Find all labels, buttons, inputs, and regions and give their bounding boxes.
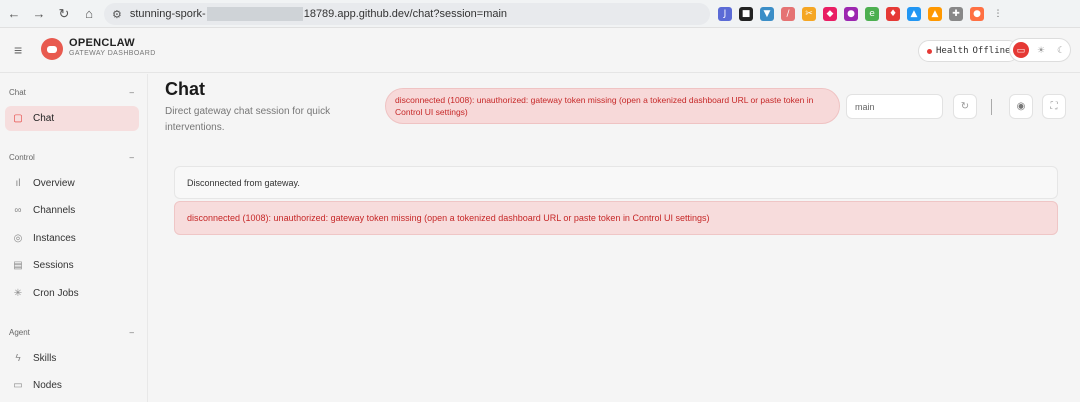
extension-icon[interactable]: ▲ [907, 7, 921, 21]
collapse-icon[interactable]: – [130, 88, 134, 97]
menu-icon[interactable]: ⋮ [991, 7, 1005, 21]
puzzle-icon[interactable]: ✚ [949, 7, 963, 21]
sidebar-item-label: Cron Jobs [33, 288, 79, 299]
brain-icon: ◉ [1016, 101, 1026, 112]
system-theme-icon[interactable]: ▭ [1013, 42, 1029, 58]
back-icon[interactable]: ← [3, 3, 25, 25]
extension-icon[interactable]: ■ [739, 7, 753, 21]
health-label: Health [936, 46, 969, 56]
hamburger-icon[interactable]: ≡ [14, 42, 22, 58]
openclaw-logo [41, 38, 63, 60]
url-redaction [206, 7, 303, 21]
status-dot [927, 48, 932, 54]
health-status: Offline [972, 46, 1011, 56]
monitor-icon: ▭ [13, 380, 23, 391]
extension-icon[interactable]: ▼ [760, 7, 774, 21]
session-input[interactable] [846, 94, 943, 119]
info-message: Disconnected from gateway. [187, 177, 300, 188]
sidebar-item-chat[interactable]: ▢ Chat [5, 106, 139, 131]
bar-chart-icon: ıl [15, 178, 21, 189]
sidebar-item-label: Nodes [33, 380, 62, 391]
sidebar-section-chat[interactable]: Chat – [9, 88, 134, 97]
focus-button[interactable]: ⛶ [1042, 94, 1066, 119]
extensions-strip: J ■ ▼ / ✂ ◆ ● e ♦ ▲ ▲ ✚ ● ⋮ [718, 4, 1005, 24]
section-title: Agent [9, 328, 30, 337]
refresh-icon: ↻ [960, 101, 970, 112]
sidebar-item-channels[interactable]: ∞ Channels [5, 198, 139, 223]
sidebar-item-overview[interactable]: ıl Overview [5, 171, 139, 196]
reload-icon[interactable]: ↻ [53, 3, 75, 25]
brand-subtitle: GATEWAY DASHBOARD [69, 50, 156, 57]
page-title: Chat [165, 79, 205, 99]
sidebar: Chat – ▢ Chat Control – ıl Overview ∞ Chan… [0, 74, 148, 402]
address-bar[interactable]: ⚙ stunning-spork- 18789.app.github.dev/c… [104, 3, 710, 25]
section-title: Control [9, 153, 35, 162]
collapse-icon[interactable]: – [130, 153, 134, 162]
connection-status-card: Disconnected from gateway. [174, 166, 1058, 199]
sidebar-item-label: Skills [33, 353, 57, 364]
page-subtitle: Direct gateway chat session for quick in… [165, 106, 331, 133]
sidebar-section-control[interactable]: Control – [9, 153, 134, 162]
extension-icon[interactable]: e [865, 7, 879, 21]
site-settings-icon[interactable]: ⚙ [112, 8, 122, 21]
sidebar-item-nodes[interactable]: ▭ Nodes [5, 373, 139, 398]
sidebar-item-label: Channels [33, 205, 76, 216]
message-square-icon: ▢ [13, 113, 23, 124]
toolbar-divider [991, 99, 992, 115]
extension-icon[interactable]: J [718, 7, 732, 21]
error-banner: disconnected (1008): unauthorized: gatew… [385, 88, 840, 124]
sidebar-item-skills[interactable]: ϟ Skills [5, 346, 139, 371]
profile-avatar[interactable]: ● [970, 7, 984, 21]
extension-icon[interactable]: ▲ [928, 7, 942, 21]
file-text-icon: ▤ [13, 260, 23, 271]
loader-icon: ✳ [13, 288, 23, 299]
error-card: disconnected (1008): unauthorized: gatew… [174, 201, 1058, 235]
extension-icon[interactable]: ◆ [823, 7, 837, 21]
zap-icon: ϟ [15, 353, 21, 364]
sidebar-item-label: Chat [33, 113, 55, 124]
sidebar-item-instances[interactable]: ◎ Instances [5, 226, 139, 251]
focus-icon: ⛶ [1050, 101, 1058, 112]
link-icon: ∞ [14, 205, 22, 216]
radio-icon: ◎ [13, 233, 23, 244]
url-suffix: 18789.app.github.dev/chat?session=main [303, 8, 508, 20]
extension-icon[interactable]: / [781, 7, 795, 21]
forward-icon[interactable]: → [28, 3, 50, 25]
refresh-button[interactable]: ↻ [953, 94, 977, 119]
extension-icon[interactable]: ✂ [802, 7, 816, 21]
sidebar-item-label: Sessions [33, 260, 74, 271]
dark-theme-icon[interactable]: ☾ [1053, 42, 1069, 58]
theme-switcher: ▭ ☀ ☾ [1009, 38, 1071, 62]
collapse-icon[interactable]: – [130, 328, 134, 337]
url-prefix: stunning-spork- [129, 8, 206, 20]
extension-icon[interactable]: ♦ [886, 7, 900, 21]
brand: OPENCLAW GATEWAY DASHBOARD [69, 37, 156, 57]
browser-toolbar: ← → ↻ ⌂ ⚙ stunning-spork- 18789.app.gith… [0, 0, 1080, 28]
extension-icon[interactable]: ● [844, 7, 858, 21]
health-status-badge: Health Offline [918, 40, 1020, 62]
section-title: Chat [9, 88, 26, 97]
light-theme-icon[interactable]: ☀ [1033, 42, 1049, 58]
sidebar-item-label: Overview [33, 178, 75, 189]
error-message: disconnected (1008): unauthorized: gatew… [187, 213, 710, 223]
sidebar-section-agent[interactable]: Agent – [9, 328, 134, 337]
sidebar-item-label: Instances [33, 233, 76, 244]
brain-button[interactable]: ◉ [1009, 94, 1033, 119]
home-icon[interactable]: ⌂ [78, 3, 100, 25]
sidebar-item-cron-jobs[interactable]: ✳ Cron Jobs [5, 281, 139, 306]
sidebar-item-sessions[interactable]: ▤ Sessions [5, 253, 139, 278]
app-header: ≡ OPENCLAW GATEWAY DASHBOARD Health Offl… [0, 28, 1080, 73]
brand-name: OPENCLAW [69, 37, 135, 49]
